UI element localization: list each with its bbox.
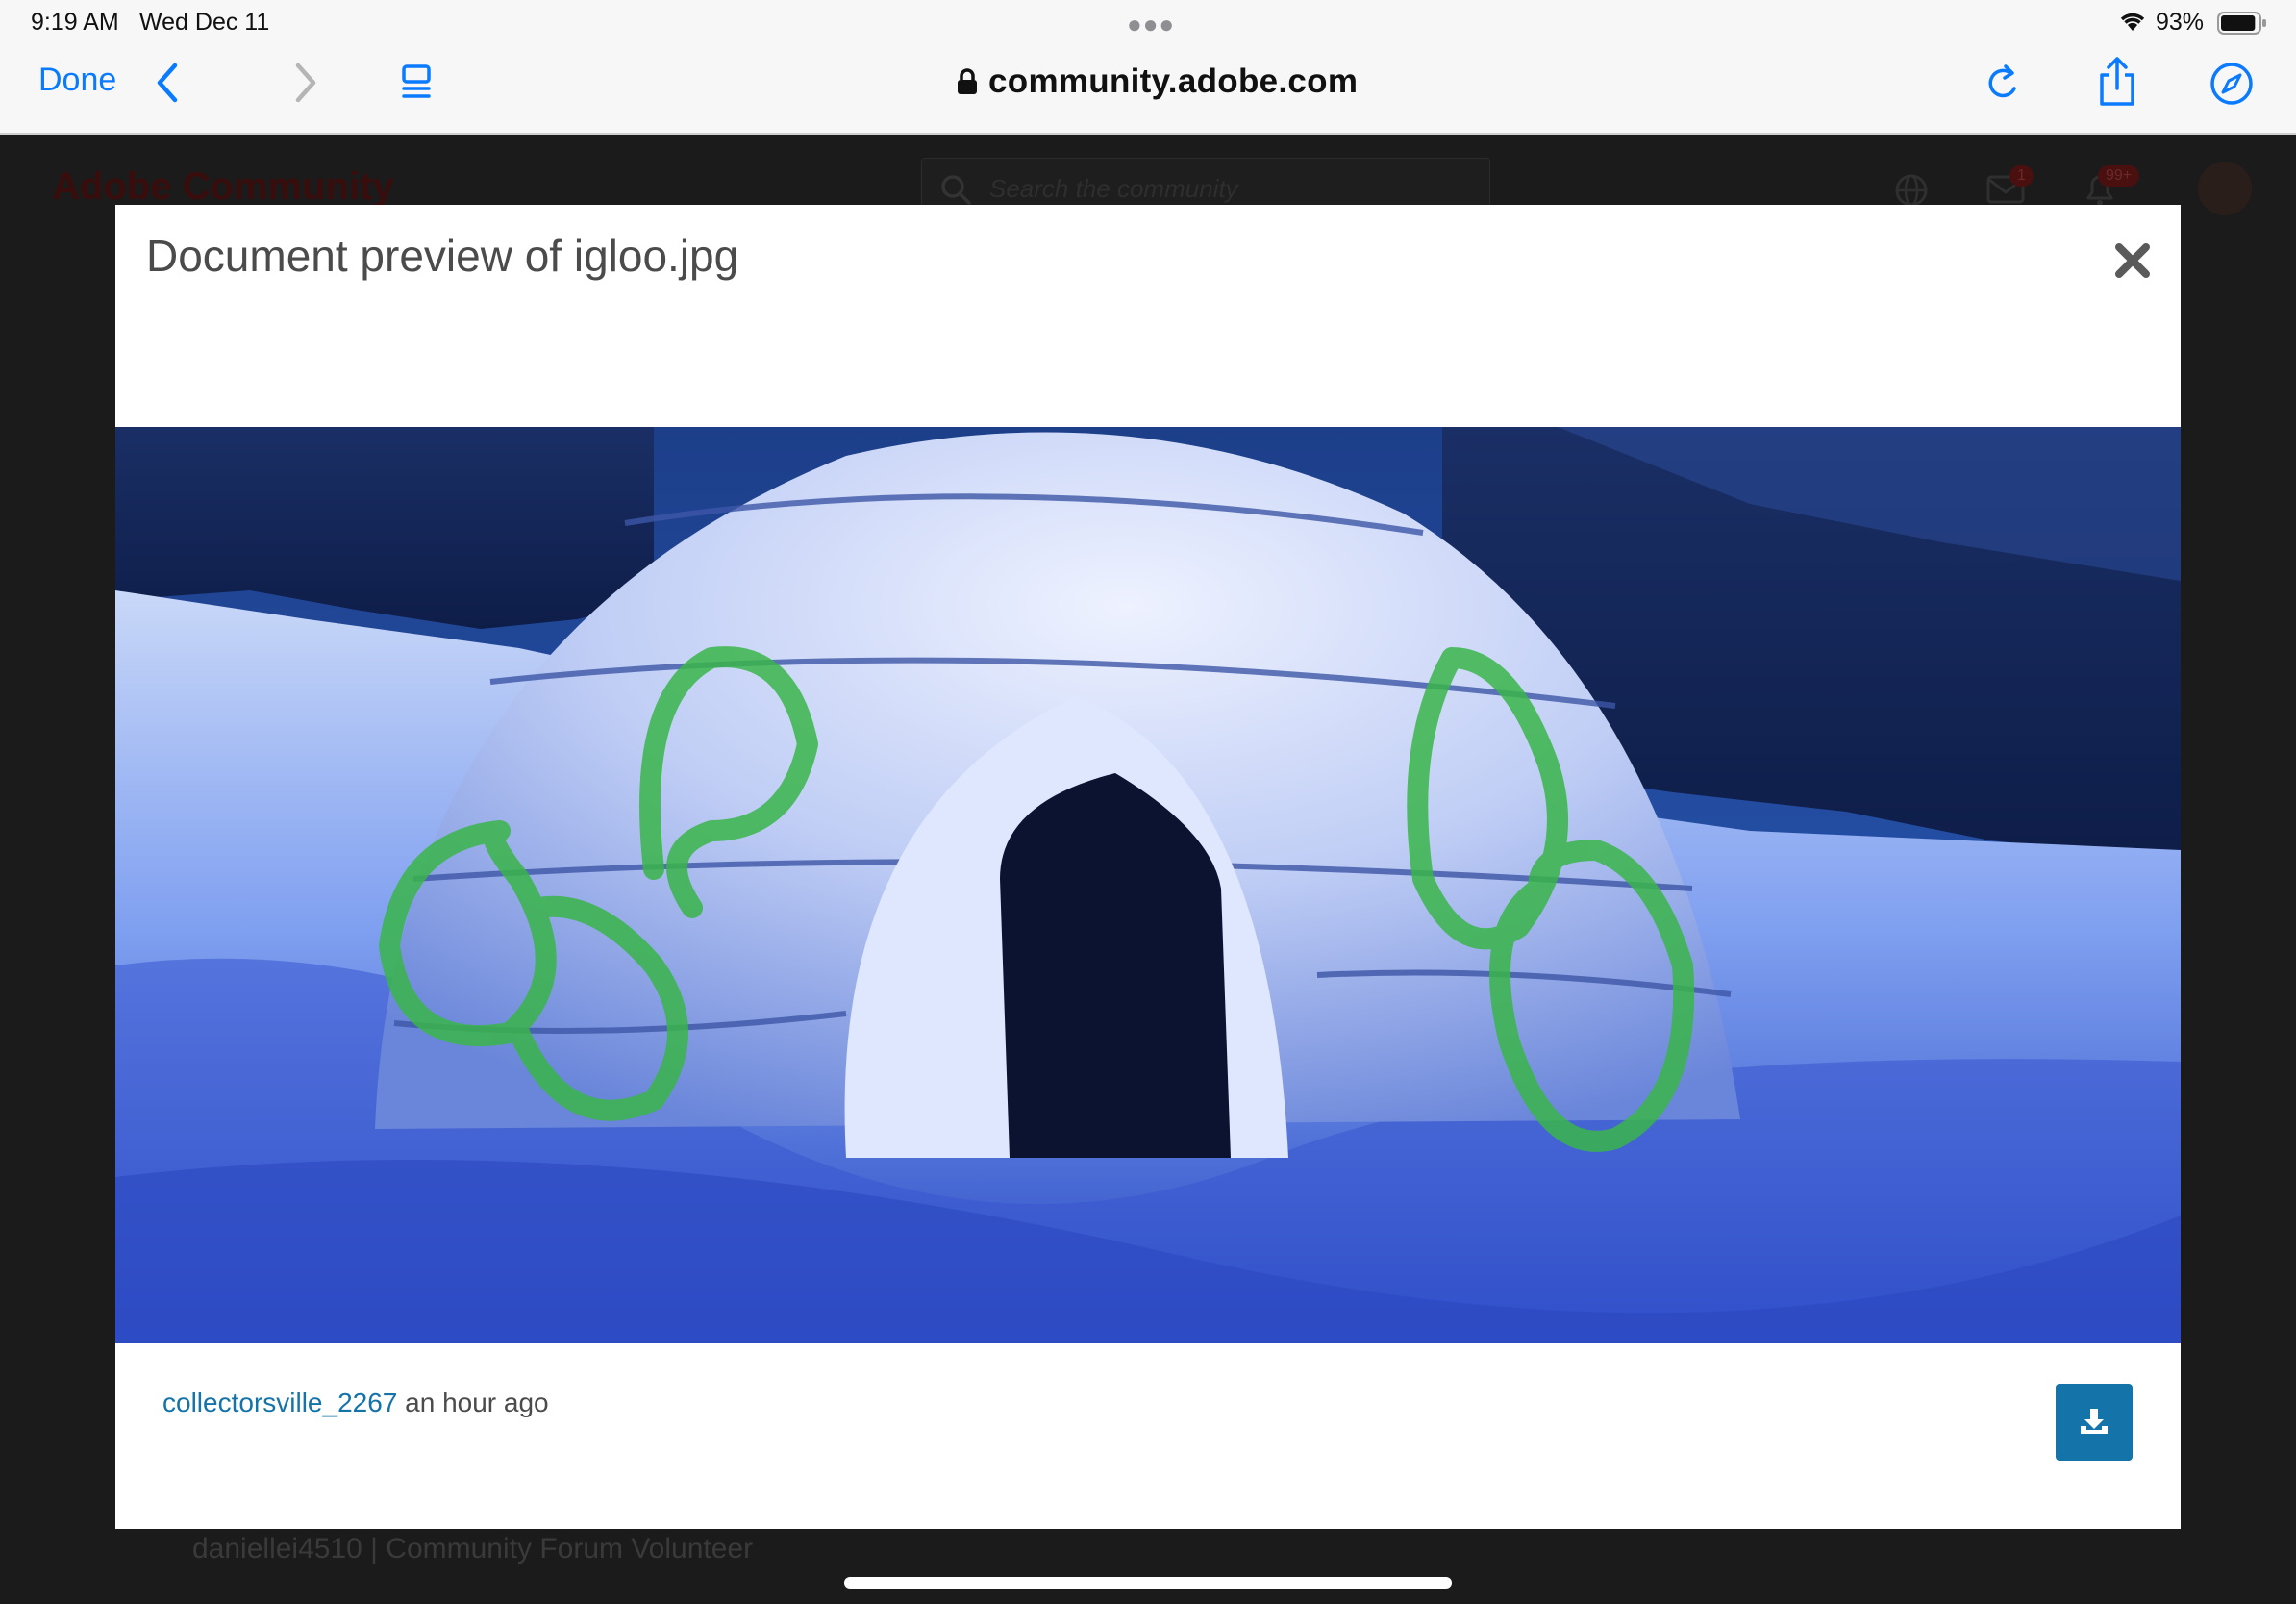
battery-icon	[2217, 12, 2266, 35]
done-button[interactable]: Done	[38, 62, 116, 99]
attachment-meta: collectorsville_2267 an hour ago	[162, 1388, 549, 1418]
status-time: 9:19 AM	[31, 9, 119, 36]
search-placeholder: Search the community	[989, 174, 1238, 203]
battery-percent: 93%	[2156, 9, 2205, 36]
status-date: Wed Dec 11	[139, 9, 270, 36]
chevron-right-icon[interactable]	[290, 62, 319, 104]
lock-icon	[958, 68, 977, 94]
compass-icon[interactable]	[2209, 62, 2254, 106]
address-bar[interactable]: community.adobe.com	[958, 60, 1358, 104]
user-avatar[interactable]	[2198, 162, 2252, 215]
home-indicator[interactable]	[844, 1577, 1452, 1589]
chevron-left-icon[interactable]	[154, 62, 183, 104]
timestamp: an hour ago	[405, 1388, 549, 1417]
modal-title: Document preview of igloo.jpg	[146, 231, 739, 281]
adobe-community-logo: Adobe Community	[52, 165, 394, 208]
close-icon[interactable]	[2111, 239, 2154, 282]
reload-icon[interactable]	[1984, 62, 2023, 104]
url-text: community.adobe.com	[988, 63, 1359, 100]
download-icon	[2081, 1409, 2108, 1434]
wifi-icon	[2120, 13, 2145, 31]
download-button[interactable]	[2056, 1384, 2133, 1461]
tabs-icon[interactable]	[400, 63, 435, 102]
multitasking-dots-icon[interactable]: ●●●	[1127, 10, 1175, 39]
igloo-image-preview	[115, 427, 2181, 1343]
search-icon	[941, 175, 971, 205]
background-footer-text: daniellei4510 | Community Forum Voluntee…	[192, 1533, 754, 1565]
messages-badge: 1	[2009, 165, 2034, 187]
author-link[interactable]: collectorsville_2267	[162, 1388, 397, 1417]
document-preview-modal: Document preview of igloo.jpg collectors…	[115, 205, 2181, 1529]
globe-icon[interactable]	[1894, 173, 1929, 208]
notifications-badge: 99+	[2098, 165, 2140, 187]
browser-chrome: 9:19 AM Wed Dec 11 ●●● 93% Done communit…	[0, 0, 2296, 135]
share-icon[interactable]	[2096, 56, 2138, 108]
